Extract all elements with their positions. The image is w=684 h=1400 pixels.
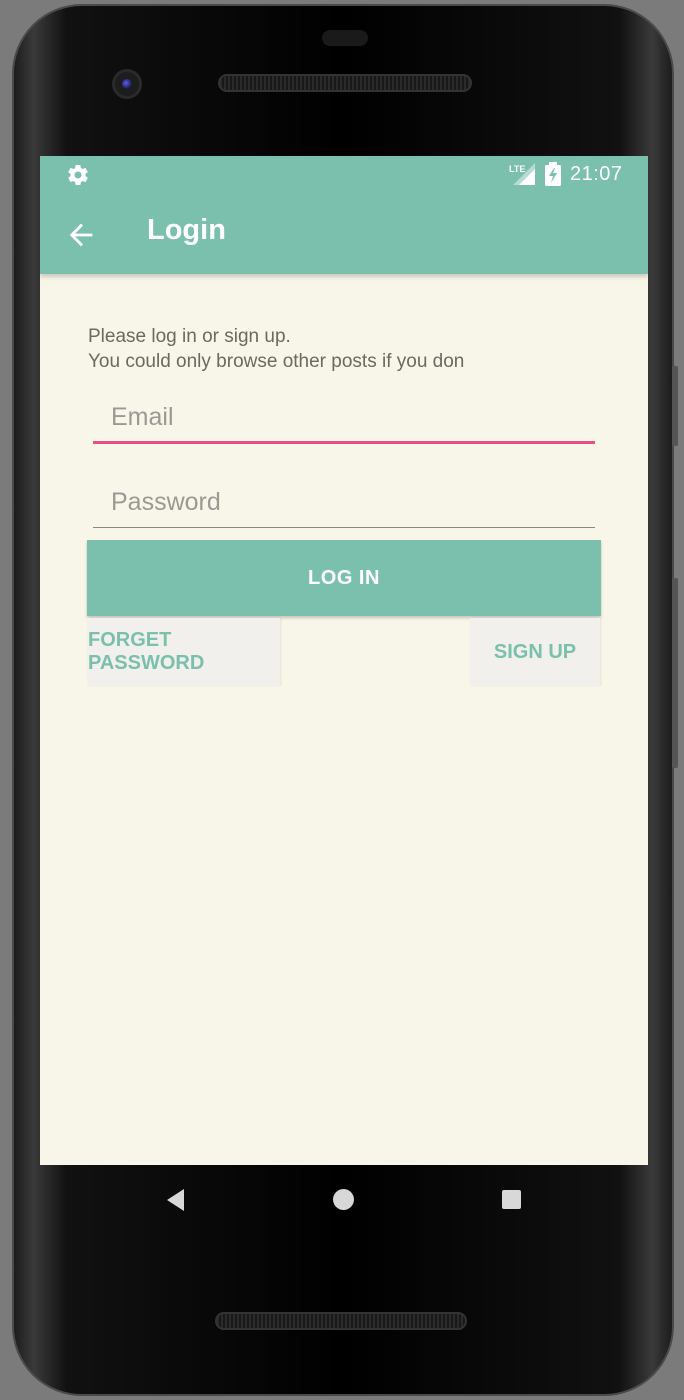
power-button <box>672 578 678 768</box>
lte-signal-icon: LTE <box>509 163 535 185</box>
password-field-container <box>93 474 595 528</box>
gear-icon <box>68 165 88 186</box>
earpiece-notch <box>322 30 368 46</box>
sign-up-button[interactable]: SIGN UP <box>470 618 600 686</box>
login-content: Please log in or sign up. You could only… <box>40 274 648 1165</box>
nav-recents-icon[interactable] <box>502 1190 521 1209</box>
status-bar: LTE 21:07 <box>40 156 648 194</box>
battery-charging-icon <box>545 162 561 186</box>
nav-back-icon[interactable] <box>163 1187 189 1213</box>
page-title: Login <box>147 214 226 246</box>
lte-label: LTE <box>509 164 525 174</box>
app-screen: LTE 21:07 Login Please log in or sign up… <box>40 156 648 1165</box>
app-bar: Login <box>40 194 648 274</box>
arrow-back-icon[interactable] <box>64 218 98 252</box>
front-camera <box>112 69 142 99</box>
forget-password-button[interactable]: FORGET PASSWORD <box>87 618 280 686</box>
intro-text: Please log in or sign up. You could only… <box>88 324 464 374</box>
bottom-speaker-grille <box>215 1312 467 1330</box>
top-speaker-grille <box>218 74 472 92</box>
login-button[interactable]: LOG IN <box>87 540 601 616</box>
password-input[interactable] <box>93 474 595 527</box>
volume-button <box>672 366 678 446</box>
intro-line-2: You could only browse other posts if you… <box>88 351 465 372</box>
nav-home-icon[interactable] <box>333 1189 354 1210</box>
email-field-container <box>93 390 595 444</box>
email-input[interactable] <box>93 390 595 441</box>
status-time: 21:07 <box>570 163 623 185</box>
intro-line-1: Please log in or sign up. <box>88 326 291 347</box>
